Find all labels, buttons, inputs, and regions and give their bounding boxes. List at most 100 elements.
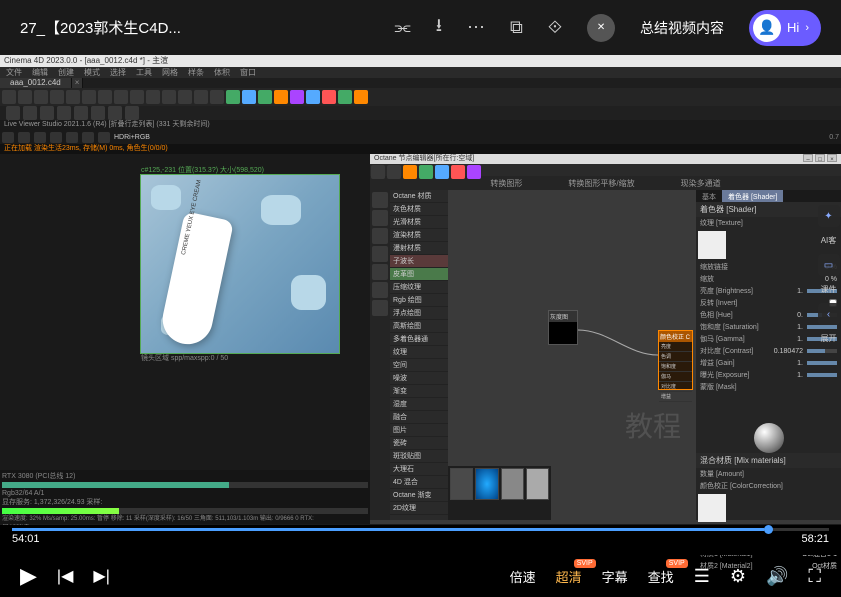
tool-btn[interactable] [34,90,48,104]
tool-btn[interactable] [322,90,336,104]
node-menu-item[interactable]: 4D 混合 [390,476,448,489]
tool-btn[interactable] [74,106,88,120]
document-tab[interactable]: aaa_0012.c4d [0,78,72,88]
node-tool[interactable] [403,165,417,179]
tool-btn[interactable] [40,106,54,120]
node-menu-item[interactable]: 高斯绘图 [390,320,448,333]
node-tool[interactable] [371,165,385,179]
progress-handle[interactable] [764,525,773,534]
menu-octane[interactable]: 窗口 [240,67,256,78]
download-icon[interactable]: ⭳ [436,13,442,43]
texture-swatch[interactable] [698,231,726,259]
menu-edit[interactable]: 编辑 [32,67,48,78]
profile-pill[interactable]: 👤 Hi › [749,10,821,46]
texture-swatch[interactable] [698,494,726,522]
pip-icon[interactable]: ⧉ [510,17,523,38]
prop-value[interactable]: 1. [773,360,803,367]
menu-volume[interactable]: 体积 [214,67,230,78]
slider[interactable] [807,349,837,353]
prop-value[interactable]: 0. [773,312,803,319]
node-menu-item[interactable]: 渐变 [390,385,448,398]
material-thumb[interactable] [475,468,498,500]
node-menu-item[interactable]: 湿度 [390,398,448,411]
node-menu-item[interactable]: 光滑材质 [390,216,448,229]
tool-btn[interactable] [23,106,37,120]
close-button[interactable]: ✕ [587,14,615,42]
tool-btn[interactable] [114,90,128,104]
prop-value[interactable]: 1. [773,372,803,379]
tool-btn[interactable] [258,90,272,104]
progress-track[interactable] [12,528,829,531]
prop-tab-shader[interactable]: 着色器 [Shader] [722,190,783,202]
tool-btn[interactable] [210,90,224,104]
node-canvas[interactable]: 灰度图 颜色校正 C 亮度 色调 饱和度 伽马 对比度 增益 [448,190,696,520]
tool-btn[interactable] [82,90,96,104]
node-menu-item[interactable]: 皮革图 [390,268,448,281]
node-menu-item[interactable]: 瓷砖 [390,437,448,450]
tool-btn[interactable] [338,90,352,104]
prev-button[interactable]: |◀ [57,566,73,586]
tool-btn[interactable] [290,90,304,104]
tool-btn[interactable] [162,90,176,104]
node-menu-item[interactable]: 2D纹理 [390,502,448,515]
tool-btn[interactable] [306,90,320,104]
menu-select[interactable]: 选择 [110,67,126,78]
node-menu-item[interactable]: 大理石 [390,463,448,476]
expand-button[interactable]: ‹ [818,303,840,325]
menu-create[interactable]: 创建 [58,67,74,78]
node-menu-item[interactable]: 图片 [390,424,448,437]
node-menu-item[interactable]: 纹理 [390,346,448,359]
node-menu-item[interactable]: 压缩纹理 [390,281,448,294]
tool-btn[interactable] [50,90,64,104]
speed-button[interactable]: 倍速 [510,567,536,586]
material-thumb[interactable] [450,468,473,500]
slider[interactable] [807,373,837,377]
maximize-btn[interactable]: □ [815,154,825,162]
sidebar-icon[interactable] [372,246,388,262]
node-menu-item[interactable]: 空间 [390,359,448,372]
c4d-main-menu[interactable]: 文件 编辑 创建 模式 选择 工具 网格 样条 体积 窗口 [0,67,841,78]
tool-btn[interactable] [91,106,105,120]
sidebar-icon[interactable] [372,192,388,208]
render-btn[interactable] [82,132,94,143]
node-tool[interactable] [467,165,481,179]
tool-btn[interactable] [194,90,208,104]
menu-file[interactable]: 文件 [6,67,22,78]
render-btn[interactable] [18,132,30,143]
viewport[interactable]: c#125,-231 位置(315.3?) 大小(598,520) CREME … [0,154,370,524]
node-menu-item[interactable]: 融合 [390,411,448,424]
tool-btn[interactable] [274,90,288,104]
tool-btn[interactable] [57,106,71,120]
tool-btn[interactable] [354,90,368,104]
menu-tools[interactable]: 工具 [136,67,152,78]
tool-btn[interactable] [6,106,20,120]
sidebar-icon[interactable] [372,300,388,316]
render-btn[interactable] [34,132,46,143]
node-menu-item[interactable]: 子波长 [390,255,448,268]
node-menu-item[interactable]: 灰色材质 [390,203,448,216]
material-thumb[interactable] [526,468,549,500]
prop-value[interactable]: 1. [773,336,803,343]
prop-value[interactable]: Oct材质 [812,561,837,571]
tool-btn[interactable] [98,90,112,104]
sidebar-icon[interactable] [372,210,388,226]
render-btn[interactable] [50,132,62,143]
share-icon[interactable]: ⫘ [394,17,410,38]
recommend-button[interactable]: 查找SVIP [648,567,674,586]
material-thumb[interactable] [501,468,524,500]
render-btn[interactable] [2,132,14,143]
node-color-correction[interactable]: 颜色校正 C 亮度 色调 饱和度 伽马 对比度 增益 [658,330,693,390]
minimize-btn[interactable]: – [803,154,813,162]
tool-btn[interactable] [18,90,32,104]
node-menu-item[interactable]: 噪波 [390,372,448,385]
node-menu-item[interactable]: 渲染材质 [390,229,448,242]
node-menu-item[interactable]: Octane 材质 [390,190,448,203]
courseware-button[interactable]: ▭ [818,254,840,276]
sidebar-icon[interactable] [372,264,388,280]
ai-assistant-button[interactable]: ✦ [818,205,840,227]
node-tab[interactable]: 转换图形平移/缩放 [560,176,642,191]
node-tool[interactable] [419,165,433,179]
render-btn[interactable] [98,132,110,143]
node-tool[interactable] [387,165,401,179]
tool-btn[interactable] [130,90,144,104]
